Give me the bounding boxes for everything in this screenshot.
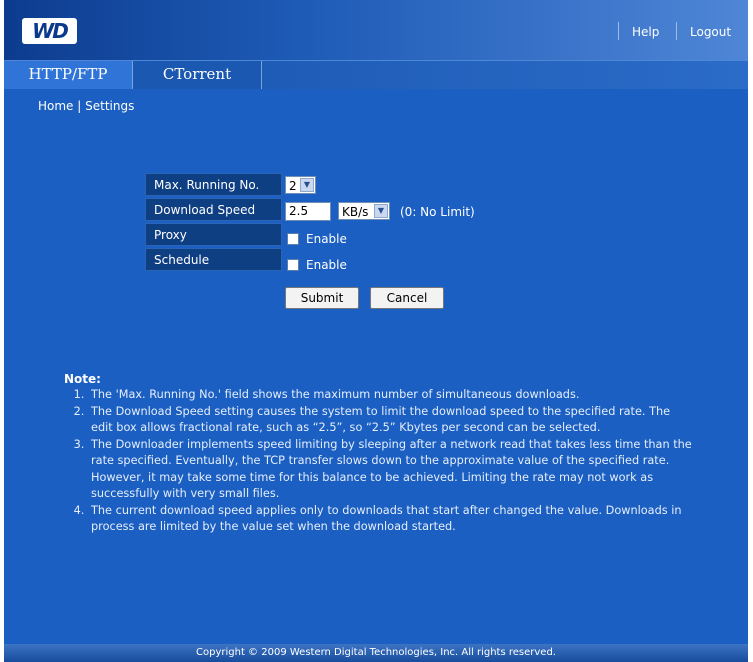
divider	[676, 22, 677, 40]
note-item: The 'Max. Running No.' field shows the m…	[88, 387, 694, 404]
note-item: The current download speed applies only …	[88, 503, 694, 536]
note-list: The 'Max. Running No.' field shows the m…	[54, 387, 694, 536]
note-item: The Downloader implements speed limiting…	[88, 437, 694, 503]
tab-bar: HTTP/FTP CTorrent	[4, 60, 748, 89]
max-running-select[interactable]: 2 ▼	[285, 176, 316, 194]
chevron-down-icon: ▼	[300, 178, 314, 192]
download-speed-label: Download Speed	[145, 198, 282, 221]
schedule-label: Schedule	[145, 248, 282, 271]
speed-unit-value: KB/s	[342, 205, 369, 219]
max-running-value: 2	[289, 179, 297, 193]
tab-http-ftp[interactable]: HTTP/FTP	[4, 61, 133, 89]
proxy-label: Proxy	[145, 223, 282, 246]
breadcrumb-separator: |	[77, 99, 82, 113]
note-item: The Download Speed setting causes the sy…	[88, 404, 694, 437]
download-speed-input[interactable]: 2.5	[285, 202, 331, 221]
proxy-enable-checkbox[interactable]	[287, 233, 299, 245]
schedule-enable-label: Enable	[306, 258, 347, 272]
speed-hint: (0: No Limit)	[400, 205, 475, 219]
max-running-label: Max. Running No.	[145, 173, 282, 196]
app-frame: WD Help Logout HTTP/FTP CTorrent Home | …	[4, 0, 748, 662]
submit-button[interactable]: Submit	[285, 287, 359, 309]
breadcrumb: Home | Settings	[38, 99, 134, 113]
tab-ctorrent[interactable]: CTorrent	[133, 61, 262, 89]
logout-link[interactable]: Logout	[690, 25, 731, 39]
note-title: Note:	[64, 372, 101, 386]
chevron-down-icon: ▼	[374, 204, 388, 218]
breadcrumb-home[interactable]: Home	[38, 99, 73, 113]
speed-unit-select[interactable]: KB/s ▼	[338, 202, 390, 220]
help-link[interactable]: Help	[632, 25, 659, 39]
copyright-footer: Copyright © 2009 Western Digital Technol…	[4, 644, 748, 662]
breadcrumb-settings[interactable]: Settings	[85, 99, 134, 113]
schedule-enable-checkbox[interactable]	[287, 259, 299, 271]
proxy-enable-label: Enable	[306, 232, 347, 246]
header-bar: WD Help Logout	[4, 0, 748, 60]
divider	[618, 22, 619, 40]
wd-logo: WD	[22, 18, 77, 44]
cancel-button[interactable]: Cancel	[370, 287, 444, 309]
